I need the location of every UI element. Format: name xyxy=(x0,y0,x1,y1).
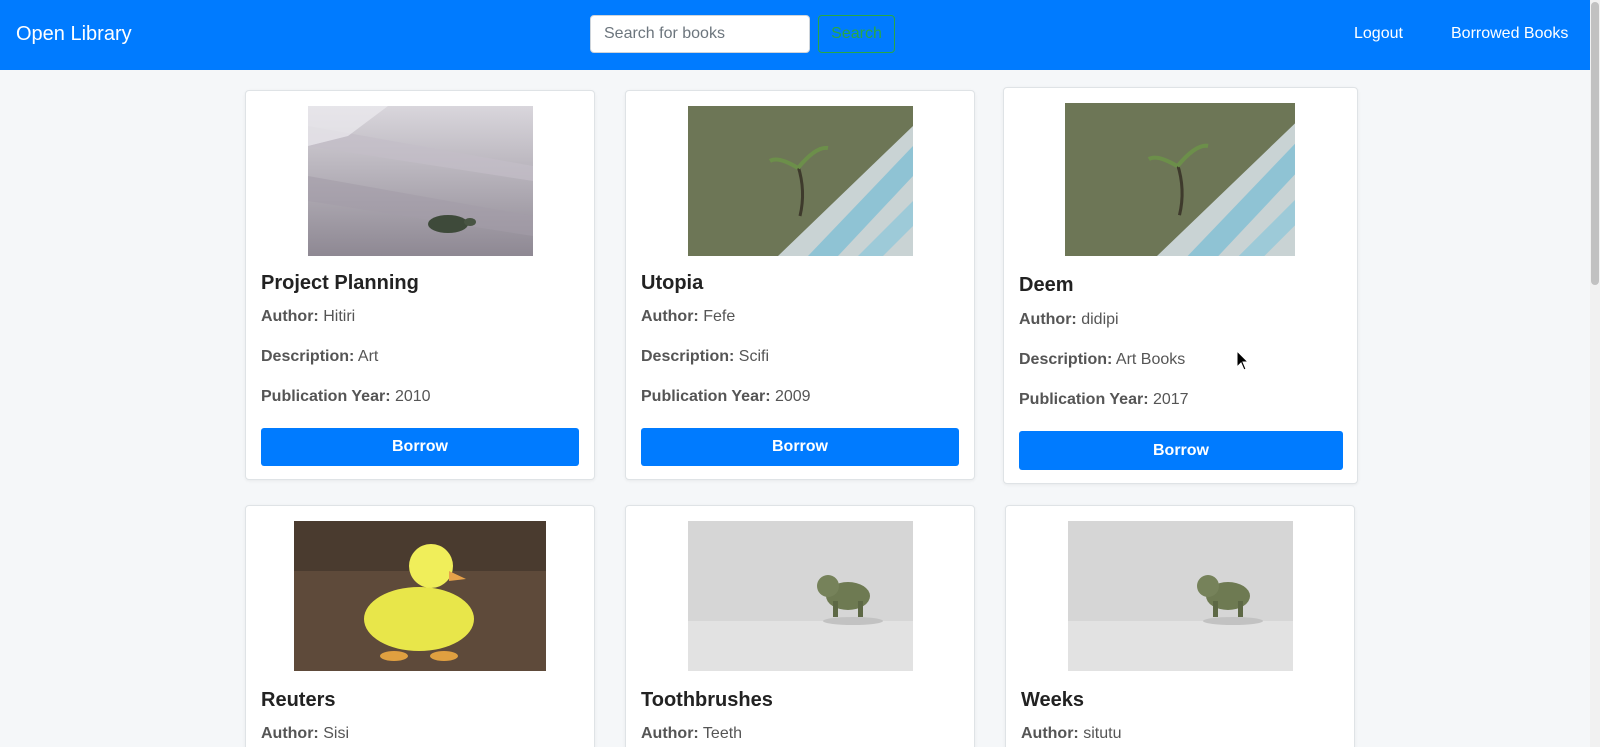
year-label: Publication Year: xyxy=(261,388,391,405)
book-author: Author: Fefe xyxy=(641,307,735,327)
book-title: Deem xyxy=(1019,274,1074,296)
author-value: Fefe xyxy=(703,308,736,325)
author-label: Author: xyxy=(1019,311,1077,328)
book-year: Publication Year: 2010 xyxy=(261,387,431,407)
author-value: situtu xyxy=(1083,725,1122,742)
book-card: Project Planning Author: Hitiri Descript… xyxy=(245,90,595,480)
book-title: Toothbrushes xyxy=(641,689,773,711)
year-value: 2017 xyxy=(1152,391,1189,408)
book-description: Description: Art xyxy=(261,347,378,367)
author-label: Author: xyxy=(261,308,319,325)
description-value: Art Books xyxy=(1115,351,1186,368)
book-author: Author: situtu xyxy=(1021,724,1121,744)
author-label: Author: xyxy=(641,308,699,325)
book-cover-image xyxy=(294,521,546,671)
search-button[interactable]: Search xyxy=(818,15,895,53)
book-author: Author: Teeth xyxy=(641,724,742,744)
book-cover-image xyxy=(308,106,533,256)
book-title: Reuters xyxy=(261,689,336,711)
book-card: Deem Author: didipi Description: Art Boo… xyxy=(1003,87,1358,484)
book-card: Reuters Author: Sisi xyxy=(245,505,595,747)
author-value: didipi xyxy=(1081,311,1119,328)
book-card: Toothbrushes Author: Teeth xyxy=(625,505,975,747)
description-value: Scifi xyxy=(738,348,770,365)
description-label: Description: xyxy=(641,348,735,365)
book-description: Description: Scifi xyxy=(641,347,769,367)
borrow-button[interactable]: Borrow xyxy=(261,428,579,466)
book-cover-image xyxy=(1068,521,1293,671)
borrow-button[interactable]: Borrow xyxy=(1019,431,1343,470)
book-title: Utopia xyxy=(641,272,704,294)
search-input[interactable] xyxy=(590,15,810,53)
book-cover-image xyxy=(1065,103,1295,256)
book-title: Weeks xyxy=(1021,689,1085,711)
author-value: Hitiri xyxy=(323,308,356,325)
author-label: Author: xyxy=(261,725,319,742)
book-description: Description: Art Books xyxy=(1019,350,1185,370)
author-label: Author: xyxy=(1021,725,1079,742)
scrollbar-thumb[interactable] xyxy=(1591,2,1599,285)
logout-link[interactable]: Logout xyxy=(1354,24,1403,44)
borrowed-books-link[interactable]: Borrowed Books xyxy=(1451,24,1568,44)
author-value: Teeth xyxy=(702,725,743,742)
author-value: Sisi xyxy=(323,725,349,742)
year-value: 2010 xyxy=(394,388,431,405)
book-card: Weeks Author: situtu xyxy=(1005,505,1355,747)
book-title: Project Planning xyxy=(261,272,419,294)
description-label: Description: xyxy=(261,348,355,365)
mouse-cursor-icon xyxy=(1236,350,1250,371)
description-label: Description: xyxy=(1019,351,1113,368)
brand-link[interactable]: Open Library xyxy=(16,22,132,46)
year-label: Publication Year: xyxy=(641,388,771,405)
book-cover-image xyxy=(688,106,913,256)
book-card: Utopia Author: Fefe Description: Scifi P… xyxy=(625,90,975,480)
year-value: 2009 xyxy=(774,388,811,405)
book-author: Author: didipi xyxy=(1019,310,1119,330)
book-year: Publication Year: 2017 xyxy=(1019,390,1189,410)
book-year: Publication Year: 2009 xyxy=(641,387,811,407)
page-scrollbar[interactable] xyxy=(1590,0,1600,747)
navbar: Open Library Search Logout Borrowed Book… xyxy=(0,0,1600,70)
book-cover-image xyxy=(688,521,913,671)
author-label: Author: xyxy=(641,725,699,742)
year-label: Publication Year: xyxy=(1019,391,1149,408)
book-author: Author: Sisi xyxy=(261,724,349,744)
description-value: Art xyxy=(357,348,379,365)
borrow-button[interactable]: Borrow xyxy=(641,428,959,466)
book-author: Author: Hitiri xyxy=(261,307,355,327)
